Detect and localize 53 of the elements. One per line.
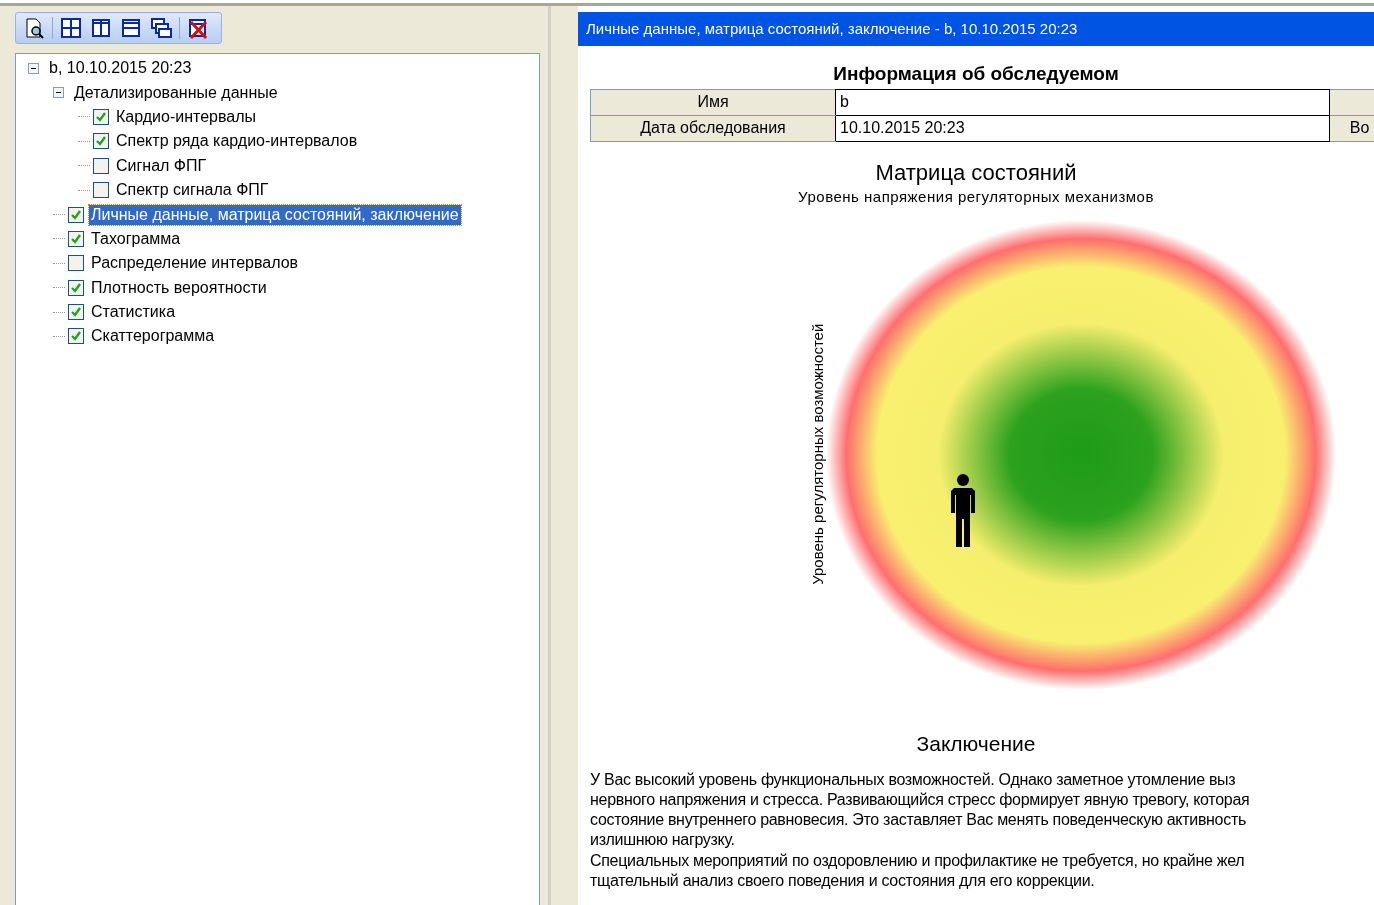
table-cell [1329,89,1374,115]
grid-icon [60,17,82,39]
tree-item[interactable]: Детализированные данные [72,82,280,103]
tree-item[interactable]: b, 10.10.2015 20:23 [47,58,194,79]
tree-item[interactable]: Статистика [89,302,178,323]
tree-item[interactable]: Кардио-интервалы [114,106,259,127]
tree-item[interactable]: Личные данные, матрица состояний, заключение [89,204,461,225]
document-title-bar: Личные данные, матрица состояний, заключение - b, 10.10.2015 20:23 [578,12,1374,46]
table-cell: Дата обследования [590,115,836,141]
collapse-icon[interactable] [53,87,64,99]
paragraph-line: тщательный анализ своего поведения и состояния для его коррекции. [590,871,1096,891]
collapse-icon[interactable] [28,62,39,74]
checkbox[interactable] [68,279,84,296]
tree-item[interactable]: Распределение интервалов [89,253,301,274]
tree-item[interactable]: Спектр сигнала ФПГ [114,180,271,201]
tree-item[interactable]: Тахограмма [89,228,183,249]
paragraph-line: состояние внутреннего равновесия. Это заставляет Вас менять поведенческую активность [590,810,1247,831]
paragraph-line: нервного напряжения и стресса. Развивающийся стресс формирует явную тревогу, которая [590,789,1251,810]
paragraph-line: У Вас высокий уровень функциональных возможностей. Однако заметное утомление выз [590,769,1237,790]
columns-icon [90,17,112,39]
paragraph-line: излишнюю нагрузку. [590,830,736,851]
chart-title: Матрица состояний [874,159,1078,186]
tree-item[interactable]: Плотность вероятности [89,277,269,298]
checkbox[interactable] [68,304,84,321]
checkbox[interactable] [93,133,109,150]
checkbox[interactable] [68,255,84,272]
rows-icon [120,17,142,39]
table-cell: Имя [590,89,836,115]
checkbox[interactable] [68,230,84,247]
rows-button[interactable] [119,16,143,40]
columns-button[interactable] [89,16,113,40]
grid-button[interactable] [59,16,83,40]
person-icon [948,473,978,549]
axis-label: Уровень регуляторных возможностей [807,322,827,587]
checkbox[interactable] [68,328,84,345]
checkbox[interactable] [93,182,109,199]
axis-label: Уровень напряжения регуляторных механизмов [797,186,1155,207]
cascade-windows-button[interactable] [149,16,173,40]
table-cell: b [835,89,1330,115]
tree-item[interactable]: Скаттерограмма [89,326,217,347]
section-heading: Информация об обследуемом [832,62,1120,86]
tree-item[interactable]: Спектр ряда кардио-интервалов [114,131,360,152]
close-windows-button[interactable] [186,16,210,40]
section-heading: Заключение [915,731,1037,757]
close-windows-icon [187,17,209,39]
paragraph-line: Специальных мероприятий по оздоровлению и профилактике не требуется, но крайне жел [590,850,1246,871]
checkbox[interactable] [93,157,109,174]
checkbox[interactable] [93,108,109,125]
checkbox[interactable] [68,206,84,223]
table-cell: 10.10.2015 20:23 [835,115,1330,141]
cascade-windows-icon [150,17,172,39]
tree-item[interactable]: Сигнал ФПГ [114,155,209,176]
page-magnifier-icon [23,17,45,39]
